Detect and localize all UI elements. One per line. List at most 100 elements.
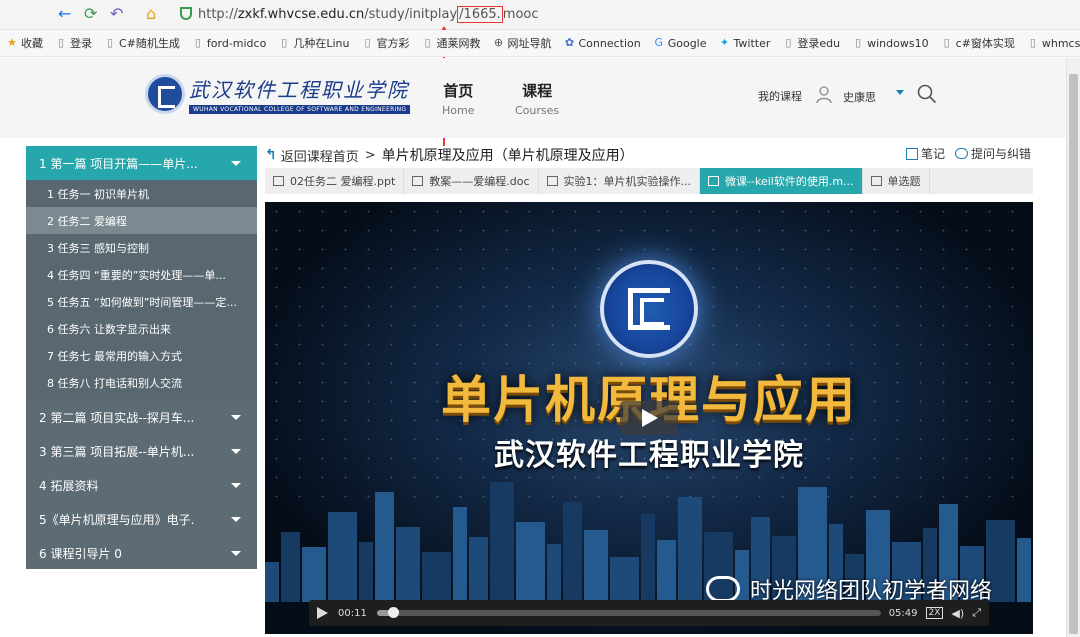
course-sidebar: 1 第一篇 项目开篇——单片... 1 任务一 初识单片机 2 任务二 爱编程 3 … — [26, 146, 257, 569]
building-shape — [281, 532, 300, 602]
url-prefix: http:// — [198, 7, 238, 22]
back-to-course-link[interactable]: 返回课程首页 — [281, 146, 359, 165]
building-shape — [469, 537, 488, 602]
notes-label: 笔记 — [921, 147, 946, 161]
building-shape — [396, 527, 420, 602]
chapter-4[interactable]: 4 拓展资料 — [26, 468, 257, 502]
progress-bar[interactable] — [376, 607, 881, 618]
task-item-4[interactable]: 4 任务四 “重要的”实时处理——单... — [26, 261, 257, 288]
volume-icon[interactable]: ◀) — [951, 607, 964, 620]
document-icon — [273, 176, 284, 186]
google-icon: G — [654, 36, 663, 49]
user-icon[interactable] — [816, 86, 832, 104]
url-path: /study/initplay — [364, 7, 458, 22]
chapter-5[interactable]: 5《单片机原理与应用》电子. — [26, 502, 257, 536]
document-icon — [546, 176, 558, 186]
bookmark-7[interactable]: ▯ 通莱网教 — [421, 35, 480, 51]
task-item-1[interactable]: 1 任务一 初识单片机 — [26, 180, 257, 207]
chapter-1[interactable]: 1 第一篇 项目开篇——单片... — [26, 146, 257, 180]
play-control-icon[interactable] — [317, 607, 328, 619]
bookmark-label: 登录 — [70, 37, 92, 50]
bookmark-13[interactable]: ▯ windows10 — [852, 37, 929, 50]
play-icon[interactable] — [620, 401, 678, 435]
question-button[interactable]: 提问与纠错 — [955, 145, 1031, 162]
user-name[interactable]: 史康思 — [843, 89, 876, 105]
twitter-icon: ✦ — [719, 36, 730, 49]
nav-home[interactable]: 首页 Home — [442, 80, 474, 117]
wechat-icon — [706, 576, 740, 602]
resource-tab-4[interactable]: 微课--keil软件的使用.m... — [700, 168, 863, 194]
page-icon: ▯ — [1029, 36, 1036, 49]
building-shape — [1017, 538, 1031, 602]
bookmark-15[interactable]: ▯ whmcs7 — [1027, 37, 1080, 50]
page-icon: ▯ — [194, 36, 201, 49]
bookmark-label: c#窗体实现 — [955, 37, 1015, 50]
chevron-down-icon — [231, 516, 241, 522]
resource-tab-1[interactable]: 02任务二 爱编程.ppt — [265, 168, 405, 194]
edit-icon — [870, 176, 882, 186]
bookmark-10[interactable]: G Google — [653, 36, 706, 50]
back-icon[interactable]: ← — [58, 4, 71, 24]
bookmarks-bar: ★ 收藏 ▯ 登录 ▯ C#随机生成 ▯ ford-midco ▯ 几种在Linu ▯ 官方彩 ▯ 通莱网… — [0, 30, 1080, 57]
bookmark-6[interactable]: ▯ 官方彩 — [361, 35, 409, 51]
bookmark-12[interactable]: ▯ 登录edu — [782, 35, 840, 51]
bookmark-9[interactable]: ✿ Connection — [563, 37, 641, 50]
task-item-6[interactable]: 6 任务六 让数字显示出来 — [26, 315, 257, 342]
chapter-label: 6 课程引导片 0 — [39, 546, 122, 561]
resource-tab-5[interactable]: 单选题 — [863, 168, 930, 194]
page-scrollbar[interactable] — [1066, 58, 1080, 637]
my-courses-link[interactable]: 我的课程 — [758, 88, 802, 104]
scrollbar-thumb[interactable] — [1069, 74, 1078, 634]
building-shape — [516, 522, 545, 602]
nav-courses[interactable]: 课程 Courses — [515, 80, 559, 117]
speed-button[interactable]: 2X — [925, 607, 944, 619]
logo-text: 武汉软件工程职业学院 — [189, 78, 409, 102]
duration: 05:49 — [888, 607, 918, 619]
chapter-2[interactable]: 2 第二篇 项目实战--探月车... — [26, 400, 257, 434]
college-logo[interactable]: 武汉软件工程职业学院 WUHAN VOCATIONAL COLLEGE OF S… — [145, 74, 411, 114]
return-icon[interactable]: ↰ — [265, 147, 277, 163]
bookmark-4[interactable]: ▯ ford-midco — [192, 37, 266, 50]
task-item-7[interactable]: 7 任务七 最常用的输入方式 — [26, 342, 257, 369]
bookmark-11[interactable]: ✦ Twitter — [719, 36, 770, 50]
bookmark-1[interactable]: ★ 收藏 — [6, 35, 43, 51]
chapter-6[interactable]: 6 课程引导片 0 — [26, 536, 257, 570]
building-shape — [610, 557, 639, 602]
bookmark-5[interactable]: ▯ 几种在Linu — [278, 35, 349, 51]
notes-button[interactable]: 笔记 — [906, 145, 945, 162]
task-item-8[interactable]: 8 任务八 打电话和别人交流 — [26, 369, 257, 396]
current-time: 00:11 — [338, 607, 367, 619]
nav-home-sublabel: Home — [442, 104, 475, 117]
chevron-down-icon — [231, 550, 241, 556]
resource-tab-3[interactable]: 实验1：单片机实验操作... — [539, 168, 701, 194]
star-icon: ★ — [7, 36, 17, 49]
page-icon: ▯ — [281, 36, 288, 49]
bookmark-14[interactable]: ▯ c#窗体实现 — [941, 35, 1015, 51]
home-icon[interactable]: ⌂ — [146, 4, 156, 24]
address-bar[interactable]: http://zxkf.whvcse.edu.cn/study/initplay… — [180, 5, 539, 25]
tab-label: 02任务二 爱编程.ppt — [290, 175, 396, 188]
url-suffix: mooc — [502, 7, 539, 22]
task-item-2[interactable]: 2 任务二 爱编程 — [26, 207, 257, 234]
undo-icon[interactable]: ↶ — [110, 4, 123, 24]
chapter-3[interactable]: 3 第三篇 项目拓展--单片机... — [26, 434, 257, 468]
search-icon[interactable] — [917, 84, 937, 104]
resource-tabs: 02任务二 爱编程.ppt 教案——爱编程.doc 实验1：单片机实验操作... 微课… — [265, 168, 1033, 194]
progress-knob[interactable] — [387, 607, 399, 618]
document-icon — [708, 176, 720, 186]
resource-tab-2[interactable]: 教案——爱编程.doc — [404, 168, 539, 194]
user-menu-caret-icon[interactable] — [896, 90, 904, 95]
bookmark-8[interactable]: ⊕ 网址导航 — [492, 35, 552, 51]
page-icon: ▯ — [943, 36, 950, 49]
task-item-3[interactable]: 3 任务三 感知与控制 — [26, 234, 257, 261]
task-item-5[interactable]: 5 任务五 “如何做到”时间管理——定... — [26, 288, 257, 315]
building-shape — [328, 512, 357, 602]
video-player[interactable]: 单片机原理与应用 武汉软件工程职业学院 — [265, 202, 1033, 634]
refresh-icon[interactable]: ⟳ — [84, 4, 97, 24]
bookmark-3[interactable]: ▯ C#随机生成 — [104, 35, 180, 51]
chapter-label: 2 第二篇 项目实战--探月车... — [39, 410, 195, 425]
nav-courses-label: 课程 — [522, 82, 553, 100]
logo-subtext: WUHAN VOCATIONAL COLLEGE OF SOFTWARE AND… — [189, 105, 411, 114]
bookmark-2[interactable]: ▯ 登录 — [55, 35, 92, 51]
fullscreen-icon[interactable]: ⤢ — [972, 606, 981, 620]
